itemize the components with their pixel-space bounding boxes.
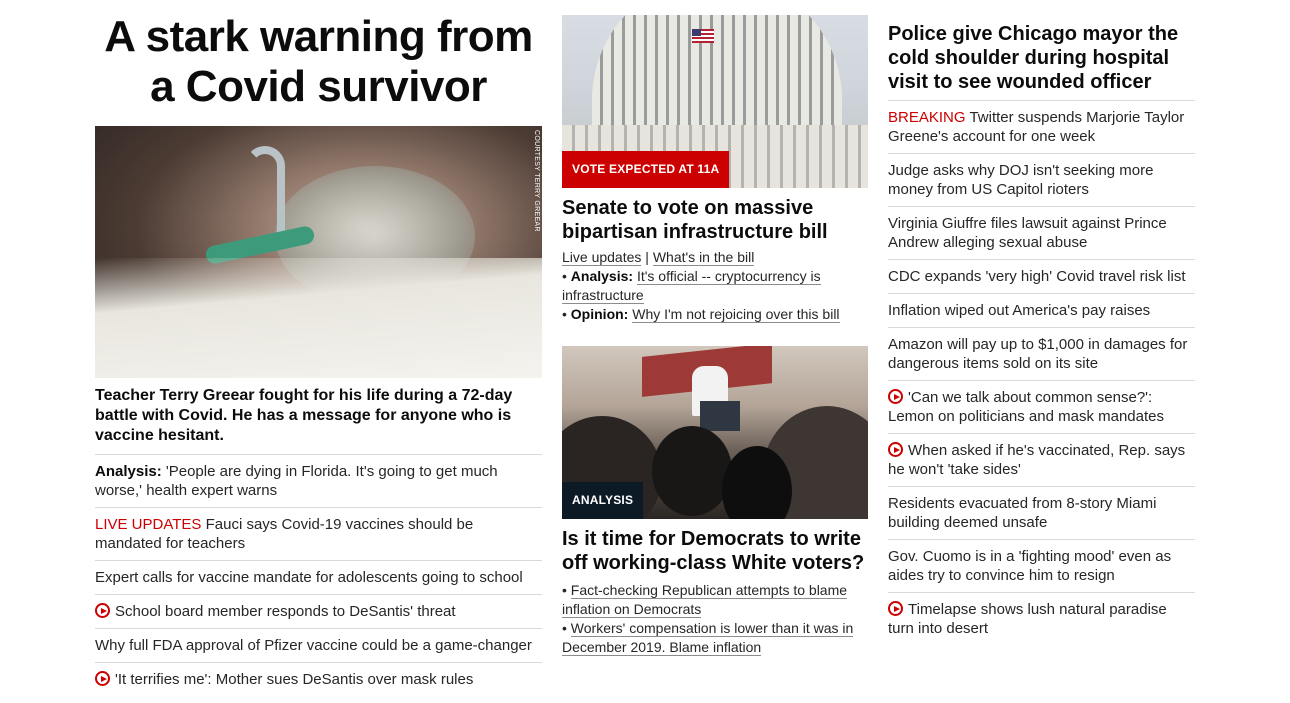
list-item[interactable]: CDC expands 'very high' Covid travel ris…: [888, 260, 1195, 294]
headline-link[interactable]: Expert calls for vaccine mandate for ado…: [95, 569, 523, 586]
list-item[interactable]: BREAKING Twitter suspends Marjorie Taylo…: [888, 101, 1195, 154]
analysis-prefix: Analysis:: [570, 268, 634, 284]
headline-link[interactable]: Timelapse shows lush natural paradise tu…: [888, 601, 1167, 637]
democrats-related-links: • Fact-checking Republican attempts to b…: [562, 581, 868, 657]
headline-link[interactable]: CDC expands 'very high' Covid travel ris…: [888, 268, 1186, 285]
capitol-image[interactable]: VOTE EXPECTED AT 11A: [562, 15, 868, 188]
play-circle-icon: [888, 389, 903, 404]
headline-link[interactable]: School board member responds to DeSantis…: [115, 603, 456, 620]
bullet: •: [562, 306, 567, 322]
headline-link[interactable]: When asked if he's vaccinated, Rep. says…: [888, 442, 1185, 478]
headline-link[interactable]: Gov. Cuomo is in a 'fighting mood' even …: [888, 548, 1171, 584]
fact-check-link[interactable]: Fact-checking Republican attempts to bla…: [562, 582, 848, 618]
senate-related-links: Live updates | What's in the bill • Anal…: [562, 248, 868, 324]
list-item[interactable]: Expert calls for vaccine mandate for ado…: [95, 561, 542, 595]
list-item[interactable]: 'It terrifies me': Mother sues DeSantis …: [95, 663, 542, 696]
list-item[interactable]: Gov. Cuomo is in a 'fighting mood' even …: [888, 540, 1195, 593]
headline-link[interactable]: 'Can we talk about common sense?': Lemon…: [888, 389, 1164, 425]
headline-link[interactable]: Why full FDA approval of Pfizer vaccine …: [95, 637, 532, 654]
list-item[interactable]: Analysis: 'People are dying in Florida. …: [95, 455, 542, 508]
bullet: •: [562, 620, 567, 636]
headline-link[interactable]: 'It terrifies me': Mother sues DeSantis …: [115, 671, 473, 688]
democrats-headline[interactable]: Is it time for Democrats to write off wo…: [562, 527, 868, 575]
pillow-shape: [95, 258, 542, 378]
live-updates-link[interactable]: Live updates: [562, 249, 642, 266]
play-circle-icon: [95, 671, 110, 686]
list-item[interactable]: Why full FDA approval of Pfizer vaccine …: [95, 629, 542, 663]
play-circle-icon: [888, 442, 903, 457]
capitol-dome-shape: [592, 15, 842, 135]
headline-link[interactable]: Virginia Giuffre files lawsuit against P…: [888, 215, 1167, 251]
play-circle-icon: [95, 603, 110, 618]
list-item[interactable]: When asked if he's vaccinated, Rep. says…: [888, 434, 1195, 487]
headline-link[interactable]: Inflation wiped out America's pay raises: [888, 302, 1150, 319]
list-item[interactable]: Residents evacuated from 8-story Miami b…: [888, 487, 1195, 540]
list-item[interactable]: Timelapse shows lush natural paradise tu…: [888, 593, 1195, 645]
workers-compensation-link[interactable]: Workers' compensation is lower than it w…: [562, 620, 854, 656]
hero-headline[interactable]: A stark warning from a Covid survivor: [95, 12, 542, 112]
opinion-link[interactable]: Why I'm not rejoicing over this bill: [632, 306, 840, 323]
breaking-prefix: BREAKING: [888, 109, 966, 126]
related-headlines-list: Analysis: 'People are dying in Florida. …: [95, 455, 542, 696]
analysis-prefix: Analysis:: [95, 463, 162, 480]
link-separator: |: [645, 249, 649, 265]
play-circle-icon: [888, 601, 903, 616]
headlines-column: Police give Chicago mayor the cold shoul…: [888, 22, 1195, 645]
list-item[interactable]: Amazon will pay up to $1,000 in damages …: [888, 328, 1195, 381]
headlines-list: BREAKING Twitter suspends Marjorie Taylo…: [888, 101, 1195, 645]
live-updates-prefix: LIVE UPDATES: [95, 516, 202, 533]
bullet: •: [562, 268, 567, 284]
podium-shape: [700, 401, 740, 431]
list-item[interactable]: 'Can we talk about common sense?': Lemon…: [888, 381, 1195, 434]
hero-image[interactable]: COURTESY TERRY GREEAR: [95, 126, 542, 378]
flag-shape: [692, 29, 714, 43]
analysis-label: ANALYSIS: [562, 482, 644, 519]
list-item[interactable]: Judge asks why DOJ isn't seeking more mo…: [888, 154, 1195, 207]
whats-in-bill-link[interactable]: What's in the bill: [652, 249, 755, 266]
biden-event-image[interactable]: ANALYSIS: [562, 346, 868, 519]
list-item[interactable]: Virginia Giuffre files lawsuit against P…: [888, 207, 1195, 260]
image-credit: COURTESY TERRY GREEAR: [533, 130, 540, 232]
hero-description[interactable]: Teacher Terry Greear fought for his life…: [95, 386, 542, 455]
list-item[interactable]: Inflation wiped out America's pay raises: [888, 294, 1195, 328]
chicago-mayor-headline[interactable]: Police give Chicago mayor the cold shoul…: [888, 22, 1195, 101]
headline-link[interactable]: Amazon will pay up to $1,000 in damages …: [888, 336, 1187, 372]
headline-link[interactable]: Judge asks why DOJ isn't seeking more mo…: [888, 162, 1153, 198]
list-item[interactable]: LIVE UPDATES Fauci says Covid-19 vaccine…: [95, 508, 542, 561]
list-item[interactable]: School board member responds to DeSantis…: [95, 595, 542, 629]
vote-expected-label: VOTE EXPECTED AT 11A: [562, 151, 730, 188]
opinion-prefix: Opinion:: [570, 306, 629, 322]
headline-link[interactable]: Residents evacuated from 8-story Miami b…: [888, 495, 1156, 531]
bullet: •: [562, 582, 567, 598]
lead-story-column: A stark warning from a Covid survivor CO…: [95, 12, 542, 696]
crowd-shape: [652, 426, 732, 516]
senate-headline[interactable]: Senate to vote on massive bipartisan inf…: [562, 196, 868, 244]
secondary-stories-column: VOTE EXPECTED AT 11A Senate to vote on m…: [562, 15, 868, 657]
